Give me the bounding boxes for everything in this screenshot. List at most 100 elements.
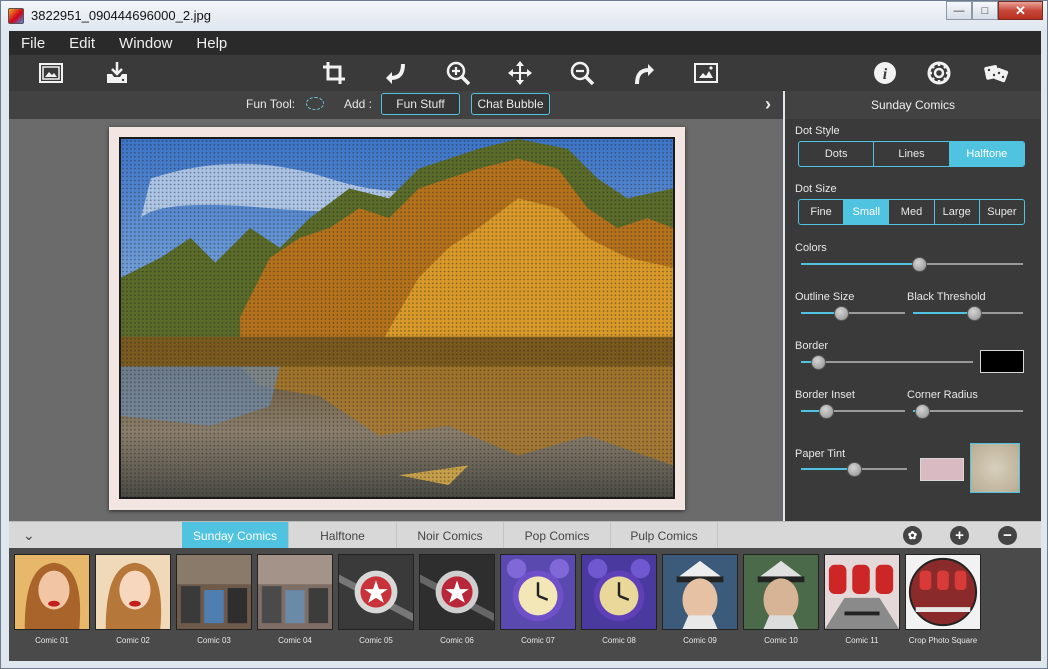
- fit-image-icon[interactable]: [692, 59, 720, 87]
- preset-thumbnail[interactable]: [581, 554, 657, 630]
- chevron-right-icon[interactable]: ›: [765, 94, 771, 115]
- preset-item[interactable]: Crop Photo Square: [905, 554, 981, 645]
- preset-thumbnail[interactable]: [176, 554, 252, 630]
- dot-size-med[interactable]: Med: [889, 200, 935, 224]
- paper-tint-slider-handle[interactable]: [847, 462, 862, 477]
- info-icon[interactable]: i: [871, 59, 899, 87]
- menu-window[interactable]: Window: [107, 35, 184, 52]
- chat-bubble-button[interactable]: Chat Bubble: [471, 93, 550, 115]
- main-toolbar: i: [9, 55, 1041, 91]
- preset-item[interactable]: Comic 04: [257, 554, 333, 645]
- chevron-down-icon[interactable]: ⌄: [23, 527, 35, 544]
- corner-radius-label: Corner Radius: [907, 389, 978, 401]
- preset-thumbnail[interactable]: [905, 554, 981, 630]
- dot-style-label: Dot Style: [795, 125, 840, 137]
- preset-thumbnail[interactable]: [95, 554, 171, 630]
- preset-thumbnail[interactable]: [257, 554, 333, 630]
- open-image-icon[interactable]: [37, 59, 65, 87]
- panel-title: Sunday Comics: [785, 91, 1041, 119]
- app-icon: [8, 8, 24, 24]
- preset-label: Comic 02: [116, 636, 150, 645]
- tab-pop-comics[interactable]: Pop Comics: [504, 522, 611, 549]
- paper-tint-color-swatch[interactable]: [920, 458, 964, 481]
- colors-slider[interactable]: [801, 257, 1023, 272]
- border-inset-slider-handle[interactable]: [818, 404, 834, 419]
- corner-radius-slider[interactable]: [913, 404, 1023, 419]
- edited-photo[interactable]: [119, 137, 675, 499]
- preset-thumbnail[interactable]: [500, 554, 576, 630]
- dot-size-super[interactable]: Super: [980, 200, 1024, 224]
- dice-icon[interactable]: [982, 59, 1010, 87]
- preset-item[interactable]: Comic 09: [662, 554, 738, 645]
- dot-size-fine[interactable]: Fine: [799, 200, 845, 224]
- paper-texture-thumbnail[interactable]: [970, 443, 1020, 493]
- border-slider-handle[interactable]: [811, 355, 827, 370]
- outline-size-slider-handle[interactable]: [833, 306, 849, 321]
- move-icon[interactable]: [506, 59, 534, 87]
- preset-thumbnail[interactable]: [419, 554, 495, 630]
- preset-thumbnail[interactable]: [743, 554, 819, 630]
- preset-thumbnail[interactable]: [662, 554, 738, 630]
- rotate-left-icon[interactable]: [382, 59, 410, 87]
- corner-radius-slider-handle[interactable]: [914, 404, 930, 419]
- style-tabs-bar: ⌄ Sunday Comics Halftone Noir Comics Pop…: [9, 521, 1041, 549]
- preset-label: Comic 11: [845, 636, 879, 645]
- fun-stuff-button[interactable]: Fun Stuff: [381, 93, 460, 115]
- menu-edit[interactable]: Edit: [57, 35, 107, 52]
- rotate-right-icon[interactable]: [630, 59, 658, 87]
- dot-size-small[interactable]: Small: [844, 200, 890, 224]
- paper-tint-label: Paper Tint: [795, 448, 846, 460]
- border-inset-slider[interactable]: [801, 404, 905, 419]
- svg-text:i: i: [883, 66, 888, 83]
- preset-label: Comic 01: [35, 636, 69, 645]
- minimize-button[interactable]: —: [946, 1, 972, 20]
- tab-halftone[interactable]: Halftone: [289, 522, 397, 549]
- dot-style-dots[interactable]: Dots: [799, 142, 875, 166]
- outline-size-slider[interactable]: [801, 306, 905, 321]
- preset-item[interactable]: Comic 10: [743, 554, 819, 645]
- preset-item[interactable]: Comic 07: [500, 554, 576, 645]
- dot-style-selector: Dots Lines Halftone: [798, 141, 1025, 167]
- preset-item[interactable]: Comic 01: [14, 554, 90, 645]
- preset-item[interactable]: Comic 05: [338, 554, 414, 645]
- menu-file[interactable]: File: [9, 35, 57, 52]
- maximize-button[interactable]: □: [972, 1, 998, 20]
- black-threshold-slider[interactable]: [913, 306, 1023, 321]
- preset-label: Comic 07: [521, 636, 555, 645]
- tab-pulp-comics[interactable]: Pulp Comics: [611, 522, 718, 549]
- window-title: 3822951_090444696000_2.jpg: [31, 8, 212, 23]
- paper-tint-slider[interactable]: [801, 462, 907, 477]
- palette-icon[interactable]: ✿: [903, 526, 922, 545]
- preset-item[interactable]: Comic 11: [824, 554, 900, 645]
- zoom-out-icon[interactable]: [568, 59, 596, 87]
- black-threshold-slider-handle[interactable]: [966, 306, 982, 321]
- border-color-swatch[interactable]: [980, 350, 1024, 373]
- save-image-icon[interactable]: [103, 59, 131, 87]
- ellipse-select-icon[interactable]: [306, 97, 324, 110]
- close-button[interactable]: ✕: [998, 1, 1043, 20]
- dot-style-halftone[interactable]: Halftone: [949, 142, 1024, 166]
- tab-sunday-comics[interactable]: Sunday Comics: [182, 522, 289, 549]
- preset-thumbnail[interactable]: [14, 554, 90, 630]
- settings-icon[interactable]: [925, 59, 953, 87]
- title-bar: 3822951_090444696000_2.jpg — □ ✕: [1, 1, 1047, 31]
- preset-item[interactable]: Comic 03: [176, 554, 252, 645]
- add-preset-icon[interactable]: +: [950, 526, 969, 545]
- tab-noir-comics[interactable]: Noir Comics: [397, 522, 504, 549]
- preset-thumbnail[interactable]: [824, 554, 900, 630]
- zoom-in-icon[interactable]: [444, 59, 472, 87]
- preset-thumbnail[interactable]: [338, 554, 414, 630]
- colors-slider-handle[interactable]: [911, 257, 927, 272]
- preset-item[interactable]: Comic 06: [419, 554, 495, 645]
- dot-style-lines[interactable]: Lines: [874, 142, 950, 166]
- preset-item[interactable]: Comic 08: [581, 554, 657, 645]
- crop-icon[interactable]: [320, 59, 348, 87]
- preset-label: Comic 05: [359, 636, 393, 645]
- menu-help[interactable]: Help: [184, 35, 239, 52]
- dot-size-large[interactable]: Large: [935, 200, 980, 224]
- fun-tool-bar: Fun Tool: Add : Fun Stuff Chat Bubble ›: [9, 91, 783, 119]
- remove-preset-icon[interactable]: −: [998, 526, 1017, 545]
- preset-item[interactable]: Comic 02: [95, 554, 171, 645]
- border-slider[interactable]: [801, 355, 973, 370]
- effect-settings-panel: Sunday Comics Dot Style Dots Lines Halft…: [785, 91, 1041, 521]
